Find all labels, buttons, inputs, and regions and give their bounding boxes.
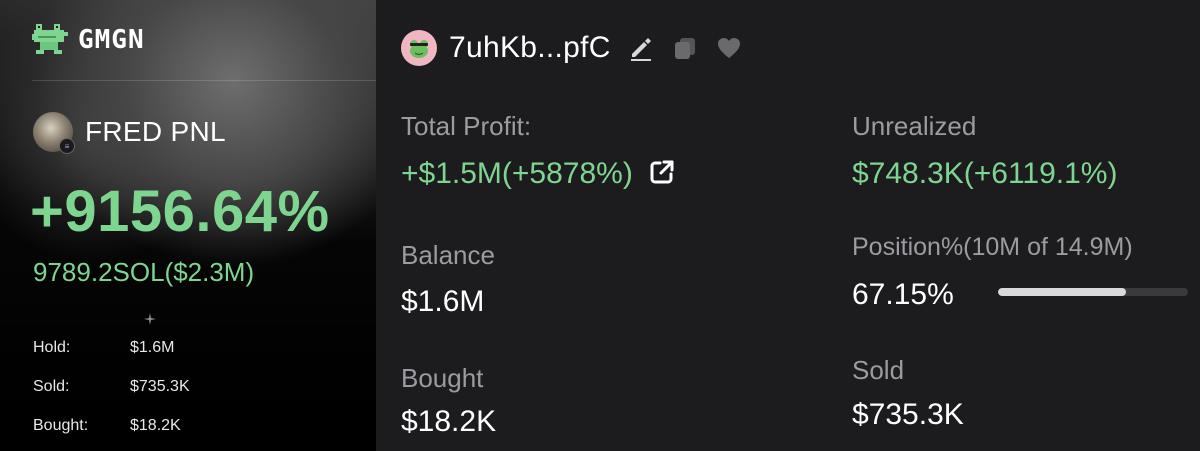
bought-label: Bought bbox=[401, 363, 484, 393]
total-profit-row: +$1.5M(+5878%) bbox=[401, 157, 677, 191]
divider bbox=[32, 80, 376, 81]
sold-value: $735.3K bbox=[852, 398, 964, 431]
total-profit-value: +$1.5M(+5878%) bbox=[401, 157, 633, 190]
stat-value: $735.3K bbox=[130, 378, 190, 395]
chain-badge-icon: ≡ bbox=[59, 138, 75, 154]
brand: GMGN bbox=[32, 24, 145, 56]
position-progress-bar bbox=[998, 288, 1188, 296]
pnl-card: GMGN ≡ FRED PNL +9156.64% 9789.2SOL($2.3… bbox=[0, 0, 376, 451]
stat-label: Sold: bbox=[33, 378, 70, 395]
stat-value: $1.6M bbox=[130, 339, 175, 356]
heart-icon[interactable] bbox=[715, 34, 743, 62]
stat-value: $18.2K bbox=[130, 417, 181, 434]
sparkle-icon bbox=[144, 313, 156, 325]
stat-label: Bought: bbox=[33, 417, 89, 434]
frog-avatar-icon bbox=[410, 40, 428, 58]
sold-label: Sold bbox=[852, 355, 905, 385]
pnl-sol-amount: 9789.2SOL($2.3M) bbox=[33, 257, 255, 287]
brand-name: GMGN bbox=[78, 25, 145, 55]
edit-icon[interactable] bbox=[627, 34, 655, 62]
stat-hold: Hold: $1.6M bbox=[33, 339, 174, 357]
pnl-header: ≡ FRED PNL bbox=[33, 112, 226, 154]
token-avatar: ≡ bbox=[33, 112, 75, 154]
balance-label: Balance bbox=[401, 240, 495, 270]
share-icon[interactable] bbox=[647, 157, 677, 187]
pnl-title: FRED PNL bbox=[85, 116, 226, 147]
total-profit-label: Total Profit: bbox=[401, 111, 532, 141]
stat-label: Hold: bbox=[33, 339, 71, 356]
frog-logo-icon bbox=[32, 24, 68, 54]
stat-bought: Bought: $18.2K bbox=[33, 417, 181, 435]
unrealized-label: Unrealized bbox=[852, 111, 977, 141]
unrealized-value: $748.3K(+6119.1%) bbox=[852, 157, 1118, 190]
position-value: 67.15% bbox=[852, 278, 954, 311]
position-progress-fill bbox=[998, 288, 1126, 296]
balance-value: $1.6M bbox=[401, 285, 485, 318]
bought-value: $18.2K bbox=[401, 405, 497, 438]
copy-icon[interactable] bbox=[671, 34, 699, 62]
wallet-avatar[interactable] bbox=[401, 30, 437, 66]
wallet-header: 7uhKb...pfC bbox=[401, 30, 743, 66]
pnl-percent: +9156.64% bbox=[30, 179, 330, 244]
wallet-address[interactable]: 7uhKb...pfC bbox=[449, 31, 611, 65]
position-label: Position%(10M of 14.9M) bbox=[852, 233, 1133, 261]
stat-sold: Sold: $735.3K bbox=[33, 378, 190, 396]
wallet-panel: 7uhKb...pfC Total Profit: +$1.5M(+5878%)… bbox=[376, 0, 1200, 451]
